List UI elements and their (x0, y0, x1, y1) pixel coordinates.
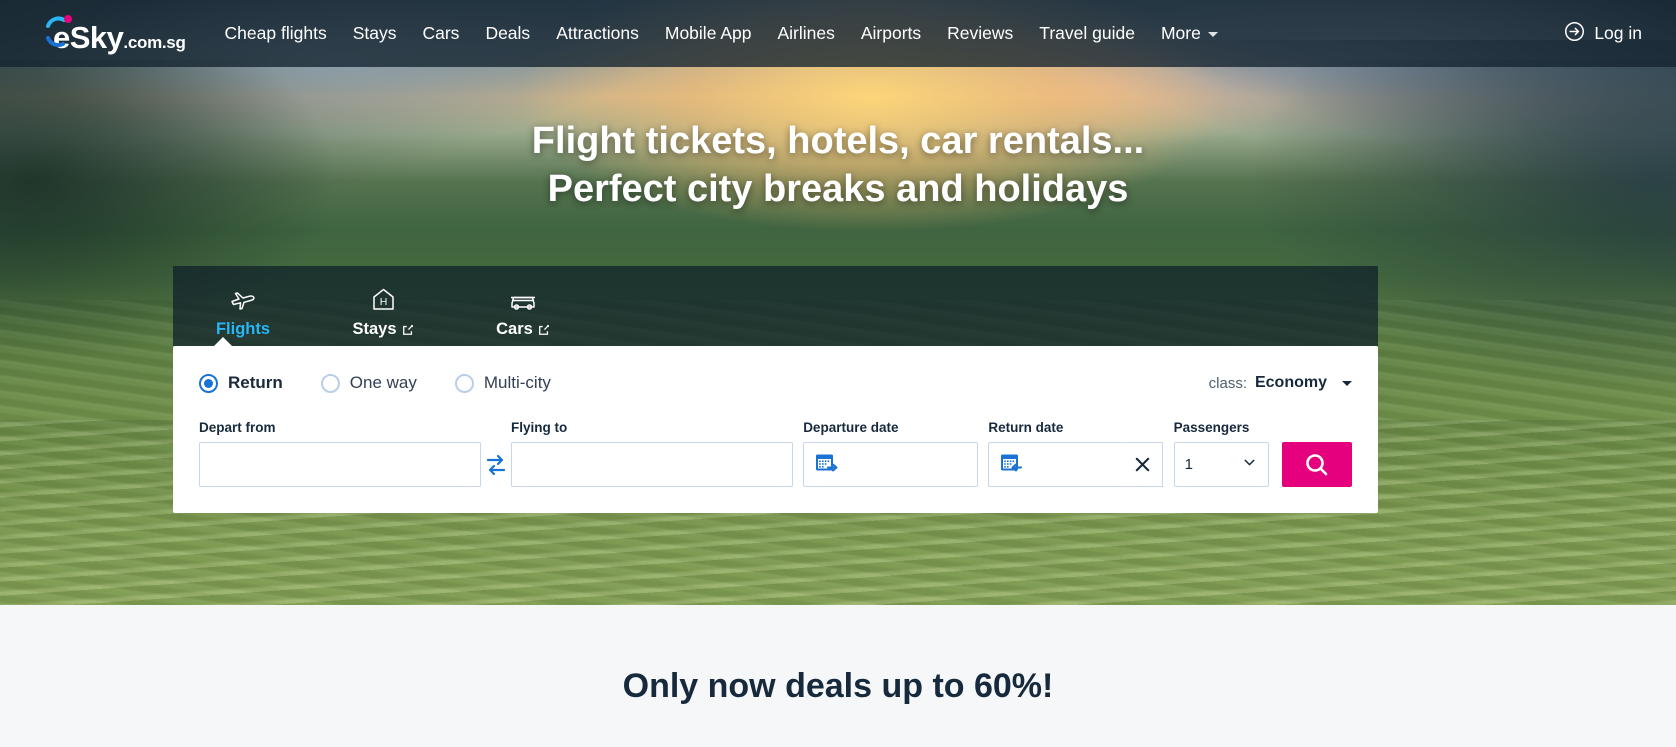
trip-type-radio-group: Return One way Multi-city (199, 373, 551, 393)
radio-one-way-label: One way (349, 373, 417, 392)
departure-date-input[interactable] (803, 442, 979, 487)
tab-cars[interactable]: Cars (475, 285, 571, 346)
tab-stays-text: Stays (352, 320, 397, 338)
nav-deals[interactable]: Deals (472, 15, 543, 52)
tab-cars-text: Cars (496, 320, 533, 338)
swap-airports-button[interactable] (481, 442, 511, 487)
search-fields-row: Depart from Flying to Departure date Ret… (199, 420, 1353, 487)
hero-section: eSky .com.sg Cheap flights Stays Cars De… (0, 0, 1676, 605)
chevron-down-icon (1207, 31, 1218, 37)
passengers-label: Passengers (1173, 420, 1250, 435)
radio-return[interactable]: Return (199, 373, 283, 393)
return-date-label: Return date (988, 420, 1064, 435)
external-link-icon (538, 324, 550, 336)
login-label: Log in (1594, 23, 1642, 43)
logo-arc-icon (44, 14, 74, 48)
return-date-field: Return date (988, 420, 1164, 487)
return-date-input[interactable] (988, 442, 1124, 487)
tab-flights[interactable]: Flights (195, 285, 291, 346)
nav-reviews[interactable]: Reviews (934, 15, 1026, 52)
deals-section-title: Only now deals up to 60%! (622, 667, 1054, 705)
passengers-field: Passengers 1 (1173, 420, 1269, 487)
hotel-icon: H (370, 285, 397, 315)
depart-from-field: Depart from (199, 420, 481, 487)
search-button[interactable] (1281, 442, 1353, 487)
hero-heading-line-1: Flight tickets, hotels, car rentals... (531, 120, 1145, 162)
nav-more-label: More (1160, 23, 1201, 43)
site-logo[interactable]: eSky .com.sg (44, 14, 186, 53)
calendar-return-icon (999, 451, 1025, 479)
cabin-class-label: class: (1208, 374, 1247, 392)
radio-multi-city[interactable]: Multi-city (454, 373, 551, 393)
search-widget-tabs: Flights H Stays Cars (173, 266, 1378, 346)
flight-search-form: Return One way Multi-city class: Economy (173, 337, 1378, 513)
form-notch (213, 337, 233, 347)
cabin-class-value: Economy (1254, 374, 1327, 391)
external-link-icon (402, 324, 414, 336)
flying-to-input[interactable] (511, 442, 793, 487)
nav-mobile-app[interactable]: Mobile App (652, 15, 765, 52)
nav-stays[interactable]: Stays (340, 15, 410, 52)
nav-airports[interactable]: Airports (848, 15, 934, 52)
flying-to-field: Flying to (511, 420, 793, 487)
nav-travel-guide[interactable]: Travel guide (1026, 15, 1148, 52)
radio-multi-city-label: Multi-city (483, 373, 551, 392)
clear-return-date-button[interactable] (1123, 442, 1164, 487)
radio-multi-city-dot (454, 373, 474, 393)
radio-return-dot (199, 373, 218, 393)
login-button[interactable]: Log in (1558, 13, 1648, 55)
nav-more[interactable]: More (1148, 15, 1231, 52)
nav-cheap-flights[interactable]: Cheap flights (212, 15, 340, 52)
calendar-departure-icon (814, 451, 840, 479)
radio-one-way-dot (320, 373, 340, 393)
radio-one-way[interactable]: One way (320, 373, 417, 393)
depart-from-label: Depart from (199, 420, 276, 435)
return-date-wrapper (988, 442, 1164, 487)
cabin-class-selector[interactable]: class: Economy (1209, 374, 1352, 392)
deals-section: Only now deals up to 60%! (0, 605, 1676, 747)
tab-stays-label: Stays (352, 320, 413, 339)
passengers-value: 1 (1184, 456, 1193, 473)
depart-from-input[interactable] (199, 442, 481, 487)
chevron-down-icon (1342, 380, 1352, 386)
plane-icon (229, 285, 257, 315)
chevron-down-icon (1241, 454, 1258, 475)
hero-heading: Flight tickets, hotels, car rentals... P… (0, 118, 1676, 213)
sign-in-icon (1564, 21, 1585, 47)
search-widget: Flights H Stays Cars Return One way Mult… (173, 266, 1378, 513)
departure-date-field: Departure date (803, 420, 979, 487)
tab-stays[interactable]: H Stays (335, 285, 431, 346)
trip-type-row: Return One way Multi-city class: Economy (199, 368, 1352, 398)
nav-cars[interactable]: Cars (409, 15, 472, 52)
svg-text:H: H (379, 296, 387, 308)
logo-tld-text: .com.sg (123, 33, 186, 52)
tab-cars-label: Cars (496, 320, 550, 339)
flying-to-label: Flying to (511, 420, 568, 435)
departure-date-label: Departure date (803, 420, 899, 435)
nav-attractions[interactable]: Attractions (543, 15, 652, 52)
car-icon (508, 285, 538, 315)
passengers-select[interactable]: 1 (1173, 442, 1269, 487)
hero-heading-line-2: Perfect city breaks and holidays (547, 167, 1129, 210)
nav-airlines[interactable]: Airlines (764, 15, 847, 52)
navigation-links: Cheap flights Stays Cars Deals Attractio… (212, 15, 1559, 52)
radio-return-label: Return (228, 373, 283, 392)
top-navigation-bar: eSky .com.sg Cheap flights Stays Cars De… (0, 0, 1676, 67)
